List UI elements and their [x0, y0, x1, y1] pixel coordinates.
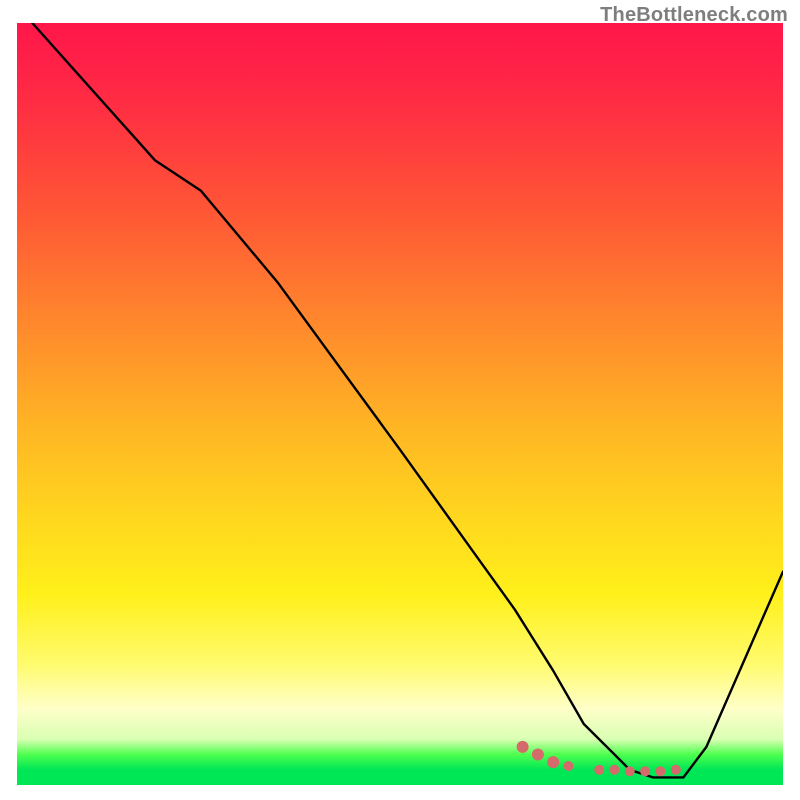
highlight-dot — [517, 741, 529, 753]
highlight-dot — [594, 765, 604, 775]
highlight-dot — [640, 766, 650, 776]
highlight-dots — [517, 741, 681, 776]
highlight-dot — [655, 766, 665, 776]
watermark-text: TheBottleneck.com — [600, 4, 788, 27]
highlight-dot — [532, 749, 544, 761]
highlight-dot — [547, 756, 559, 768]
highlight-dot — [671, 765, 681, 775]
curve-path — [32, 23, 783, 777]
chart-overlay-svg — [17, 23, 783, 785]
highlight-dot — [564, 761, 574, 771]
highlight-dot — [625, 766, 635, 776]
plot-area — [17, 23, 783, 785]
highlight-dot — [610, 765, 620, 775]
chart-container: TheBottleneck.com — [0, 0, 800, 800]
